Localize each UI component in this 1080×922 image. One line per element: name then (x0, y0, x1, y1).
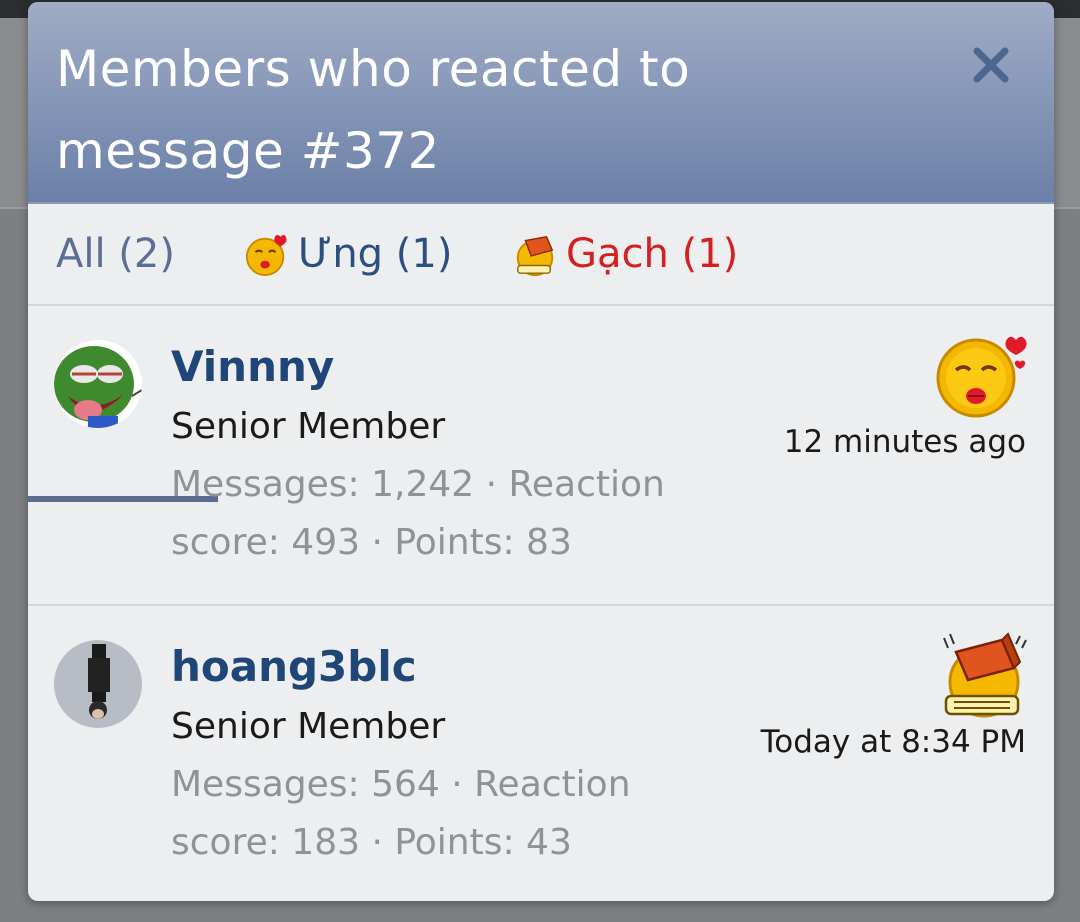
pepe-avatar-image (54, 340, 142, 428)
reactions-dialog: Members who reacted to message #372 All … (28, 2, 1054, 901)
user-stats: Messages: 564 · Reaction score: 183 · Po… (171, 764, 631, 863)
user-stats: Messages: 1,242 · Reaction score: 493 · … (171, 464, 665, 563)
dialog-title: Members who reacted to message #372 (56, 40, 691, 180)
member-row: Vinnny Senior Member Messages: 1,242 · R… (28, 306, 1054, 606)
reaction-time: 12 minutes ago (783, 424, 1026, 460)
username[interactable]: hoang3blc (171, 642, 417, 691)
reaction-time: Today at 8:34 PM (760, 724, 1026, 760)
username[interactable]: Vinnny (171, 342, 334, 391)
user-title: Senior Member (171, 406, 446, 447)
brick-emoji-icon (516, 235, 554, 277)
close-icon (973, 47, 1009, 83)
tab-ung[interactable]: Ưng (1) (244, 204, 452, 304)
kiss-emoji-icon (936, 336, 1027, 418)
tab-all[interactable]: All (2) (56, 204, 175, 304)
user-photo-avatar-image (54, 640, 142, 728)
reaction-tabs: All (2) Ưng (1) Gạch (1) (28, 204, 1054, 502)
user-title: Senior Member (171, 706, 446, 747)
tab-ung-label: Ưng (1) (298, 231, 453, 277)
brick-emoji-icon (943, 632, 1027, 718)
dialog-header: Members who reacted to message #372 (28, 2, 1054, 204)
kiss-emoji-icon (245, 235, 287, 277)
tab-gach-label: Gạch (1) (566, 231, 739, 277)
avatar[interactable] (54, 640, 142, 728)
tab-gach[interactable]: Gạch (1) (512, 204, 738, 304)
avatar[interactable] (54, 340, 142, 428)
tab-all-label: All (2) (56, 231, 175, 277)
close-button[interactable] (958, 32, 1024, 98)
member-row: hoang3blc Senior Member Messages: 564 · … (28, 606, 1054, 901)
